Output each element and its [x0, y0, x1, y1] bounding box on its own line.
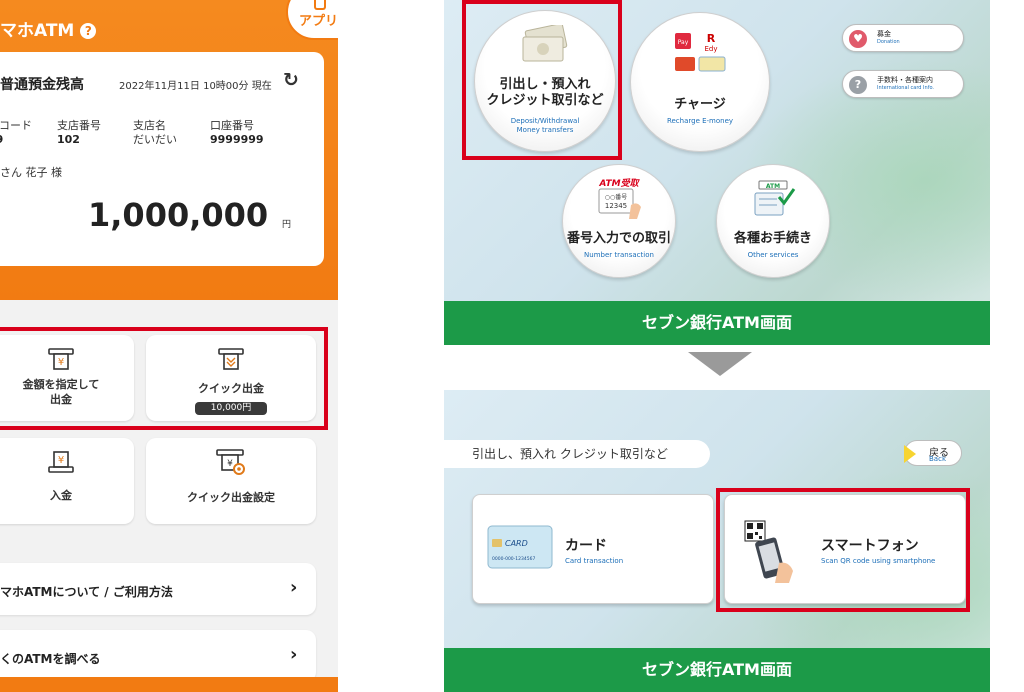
deposit-label: 入金 — [50, 489, 72, 502]
number-transaction-label: 番号入力での取引 — [566, 231, 671, 246]
bank-code-label: 行コード — [0, 119, 32, 132]
bank-code: 行コード 39 — [0, 119, 32, 147]
pay-logo-text: Pay — [678, 39, 689, 46]
card-transaction-label-en: Card transaction — [565, 557, 624, 565]
fees-info-label: 手数料・各種案内 — [877, 76, 933, 84]
atm-sign-text: ATM — [766, 183, 780, 190]
donation-label: 募金 — [877, 30, 891, 38]
refresh-icon[interactable]: ↻ — [283, 69, 299, 91]
chevron-right-icon: › — [290, 577, 298, 598]
comparison-canvas: マホATM? アプリ 普通預金残高 2022年11月11日 10時00分 現在 … — [0, 0, 1024, 692]
help-icon[interactable]: ? — [80, 23, 97, 39]
card-transaction-label: カード — [565, 538, 607, 554]
svg-text:¥: ¥ — [58, 455, 64, 466]
balance-date: 2022年11月11日 10時00分 現在 — [119, 81, 272, 92]
back-arrow-icon — [904, 445, 916, 463]
branch-name: 支店名 だいだい — [133, 119, 177, 147]
balance-unit: 円 — [282, 220, 292, 230]
charge-label: チャージ — [674, 97, 726, 112]
donation-label-en: Donation — [877, 39, 900, 45]
branch-name-value: だいだい — [133, 133, 177, 146]
app-button-label: アプリ — [299, 14, 338, 29]
card-icon-text: CARD — [505, 539, 528, 548]
back-button[interactable]: 戻る Back — [904, 440, 962, 466]
balance-amount: 1,000,000 — [88, 196, 269, 234]
heart-icon: ♥ — [849, 30, 867, 48]
card-icon: CARD 0000-000-1234567 — [487, 525, 553, 569]
number-transaction-button[interactable]: ATM受取 ○○番号 12345 番号入力での取引 Number transac… — [562, 164, 676, 278]
bank-code-value: 39 — [0, 133, 32, 147]
donation-button[interactable]: ♥ 募金 Donation — [842, 24, 964, 52]
other-services-label: 各種お手続き — [733, 231, 812, 246]
account-holder: さん 花子 様 — [0, 166, 62, 179]
branch-number-value: 102 — [57, 133, 80, 146]
phone-icon — [314, 0, 326, 10]
quick-settings-label: クイック出金設定 — [187, 491, 275, 504]
app-title: マホATM? — [0, 16, 97, 41]
smartphone-app: マホATM? アプリ 普通預金残高 2022年11月11日 10時00分 現在 … — [0, 0, 338, 692]
quick-settings-tile[interactable]: ¥ クイック出金設定 — [146, 438, 316, 524]
highlight-frame-atm-menu — [462, 0, 622, 160]
atm-receive-text: ATM受取 — [598, 178, 640, 189]
svg-text:¥: ¥ — [227, 459, 233, 469]
atm-selection-screen: 引出し、預入れ クレジット取引など 戻る Back CARD 0000-000-… — [444, 390, 990, 692]
card-transaction-button[interactable]: CARD 0000-000-1234567 カード Card transacti… — [472, 494, 714, 604]
quick-settings-icon: ¥ — [216, 449, 245, 475]
emoney-icon: Pay R Edy — [675, 32, 726, 72]
atm-menu-screen: 引出し・預入れ クレジット取引など Deposit/Withdrawal Money… — [444, 0, 990, 345]
down-arrow-icon — [688, 352, 752, 376]
atm-screen-caption-bottom: セブン銀行ATM画面 — [444, 648, 990, 692]
account-number: 口座番号 9999999 — [210, 119, 264, 147]
about-link-label: マホATMについて / ご利用方法 — [0, 585, 173, 599]
svg-text:12345: 12345 — [605, 202, 627, 210]
highlight-frame-atm-smartphone — [716, 488, 970, 612]
question-icon: ? — [849, 76, 867, 94]
highlight-frame-app-withdraw — [0, 327, 328, 430]
account-number-label: 口座番号 — [210, 119, 254, 132]
charge-button[interactable]: Pay R Edy チャージ Recharge E-money — [630, 12, 770, 152]
rakuten-logo-text: R — [707, 32, 716, 45]
branch-name-label: 支店名 — [133, 119, 166, 132]
branch-number-label: 支店番号 — [57, 119, 101, 132]
branch-number: 支店番号 102 — [57, 119, 101, 147]
charge-label-en: Recharge E-money — [666, 117, 734, 125]
account-number-value: 9999999 — [210, 133, 264, 146]
atm-screen-caption-top: セブン銀行ATM画面 — [444, 301, 990, 345]
number-entry-icon: ATM受取 ○○番号 12345 — [598, 178, 641, 219]
card-number-text: 0000-000-1234567 — [492, 556, 535, 562]
app-bottom-bar — [0, 677, 338, 692]
find-atm-link-label: くのATMを調べる — [0, 652, 101, 666]
about-link-row[interactable]: マホATMについて / ご利用方法 › — [0, 563, 316, 615]
back-label-en: Back — [929, 455, 946, 463]
balance-title: 普通預金残高 — [0, 77, 84, 93]
number-transaction-label-en: Number transaction — [584, 251, 654, 259]
fees-info-label-en: International card Info. — [877, 85, 935, 91]
chevron-right-icon: › — [290, 644, 298, 665]
other-services-button[interactable]: ATM 各種お手続き Other services — [716, 164, 830, 278]
fees-info-button[interactable]: ? 手数料・各種案内 International card Info. — [842, 70, 964, 98]
deposit-icon: ¥ — [48, 451, 74, 473]
find-atm-link-row[interactable]: くのATMを調べる › — [0, 630, 316, 682]
balance-card: 普通預金残高 2022年11月11日 10時00分 現在 ↻ 行コード 39 支… — [0, 52, 324, 266]
other-services-icon: ATM — [754, 180, 796, 216]
svg-text:○○番号: ○○番号 — [605, 194, 627, 201]
deposit-tile[interactable]: ¥ 入金 — [0, 438, 134, 524]
screen-heading: 引出し、預入れ クレジット取引など — [444, 440, 710, 468]
edy-logo-text: Edy — [704, 45, 717, 53]
other-services-label-en: Other services — [747, 251, 799, 259]
